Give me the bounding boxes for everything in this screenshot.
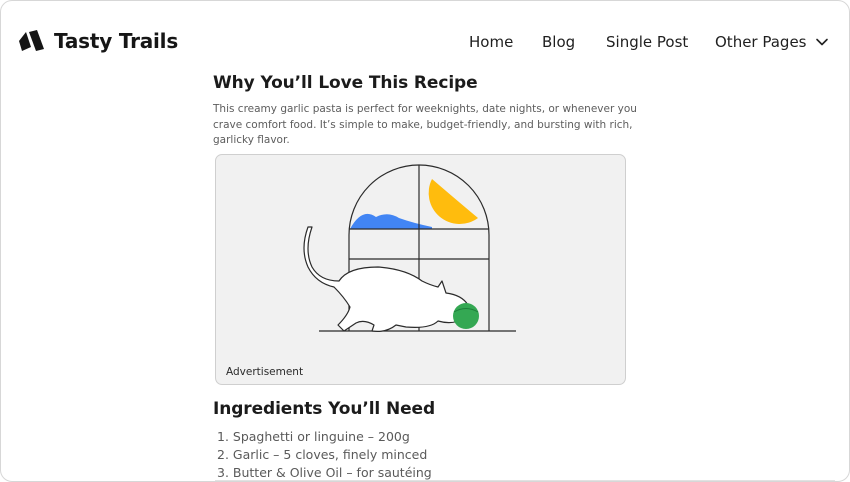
chevron-down-icon xyxy=(815,38,828,46)
cat-illustration xyxy=(303,164,516,332)
sun-shape xyxy=(428,179,478,225)
cloud-shape xyxy=(350,213,432,229)
logo-icon xyxy=(19,30,44,51)
advertisement-label: Advertisement xyxy=(226,366,304,378)
site-title: Tasty Trails xyxy=(54,29,179,53)
nav-other-pages[interactable]: Other Pages xyxy=(715,33,829,51)
ingredients-list: 1. Spaghetti or linguine – 200g 2. Garli… xyxy=(217,428,432,481)
cat-shape xyxy=(303,226,471,332)
page-frame: Tasty Trails Home Blog Single Post Other… xyxy=(0,0,850,482)
list-item: 2. Garlic – 5 cloves, finely minced xyxy=(217,446,428,462)
ball-shape xyxy=(453,303,479,329)
site-header: Tasty Trails Home Blog Single Post Other… xyxy=(1,1,849,81)
site-logo[interactable]: Tasty Trails xyxy=(19,29,178,53)
nav-home[interactable]: Home xyxy=(469,33,513,51)
nav-single-post[interactable]: Single Post xyxy=(606,33,688,51)
nav-other-pages-label: Other Pages xyxy=(715,33,807,51)
list-item: 3. Butter & Olive Oil – for sautéing xyxy=(217,464,432,480)
section-heading-love: Why You’ll Love This Recipe xyxy=(213,73,478,93)
advertisement-banner[interactable]: Advertisement xyxy=(215,154,626,385)
intro-paragraph: This creamy garlic pasta is perfect for … xyxy=(213,103,637,147)
section-heading-ingredients: Ingredients You’ll Need xyxy=(213,399,436,419)
list-item: 1. Spaghetti or linguine – 200g xyxy=(217,429,410,444)
content-divider xyxy=(215,480,835,481)
nav-blog[interactable]: Blog xyxy=(542,33,575,51)
